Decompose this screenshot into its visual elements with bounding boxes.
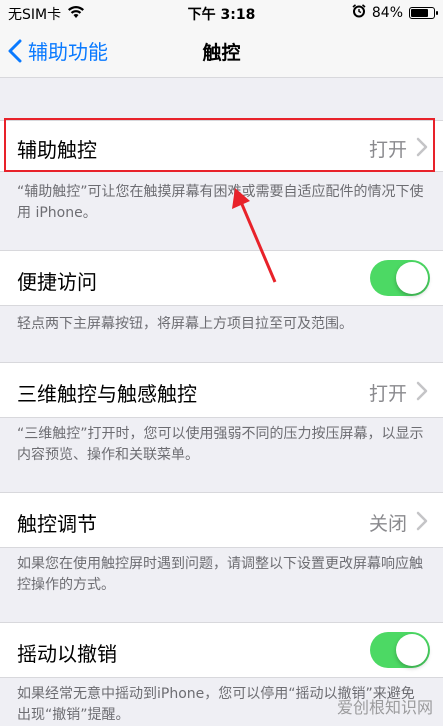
toggle-knob [396, 262, 428, 294]
assistive-touch-footer: “辅助触控”可让您在触摸屏幕有困难或需要自适应配件的情况下使用 iPhone。 [17, 184, 424, 221]
chevron-right-icon [416, 381, 428, 401]
annotation-arrow-icon [232, 188, 277, 283]
3d-touch-row[interactable]: 三维触控与触感触控 打开 [0, 362, 443, 418]
battery-percent: 84% [371, 5, 403, 21]
3d-touch-footer: “三维触控”打开时，您可以使用强弱不同的压力按压屏幕，以显示内容预览、操作和关联… [17, 426, 424, 463]
status-bar: 无SIM卡 下午 3:18 84% [0, 0, 443, 24]
touch-accommodations-row[interactable]: 触控调节 关闭 [0, 492, 443, 548]
toggle-knob [396, 634, 428, 666]
reachability-label: 便捷访问 [17, 270, 97, 294]
watermark: 爱创根知识网 [336, 698, 433, 717]
alarm-clock-icon [352, 4, 366, 22]
shake-to-undo-row: 摇动以撤销 [0, 622, 443, 678]
navigation-bar: 辅助功能 触控 [0, 24, 443, 78]
chevron-right-icon [416, 511, 428, 531]
highlight-box [4, 118, 435, 172]
shake-to-undo-label: 摇动以撤销 [17, 642, 117, 666]
reachability-row: 便捷访问 [0, 250, 443, 306]
battery-icon [409, 7, 438, 19]
reachability-toggle[interactable] [370, 260, 430, 296]
battery-fill [411, 9, 428, 17]
touch-accommodations-footer: 如果您在使用触控屏时遇到问题，请调整以下设置更改屏幕响应触控操作的方式。 [17, 556, 423, 593]
touch-accommodations-value: 关闭 [368, 513, 407, 535]
3d-touch-label: 三维触控与触感触控 [17, 382, 197, 406]
reachability-footer: 轻点两下主屏幕按钮，将屏幕上方项目拉至可及范围。 [17, 316, 353, 332]
3d-touch-value: 打开 [368, 383, 407, 405]
touch-accommodations-label: 触控调节 [17, 512, 97, 536]
shake-to-undo-toggle[interactable] [370, 632, 430, 668]
page-title: 触控 [202, 42, 241, 64]
status-right: 84% [352, 4, 438, 22]
